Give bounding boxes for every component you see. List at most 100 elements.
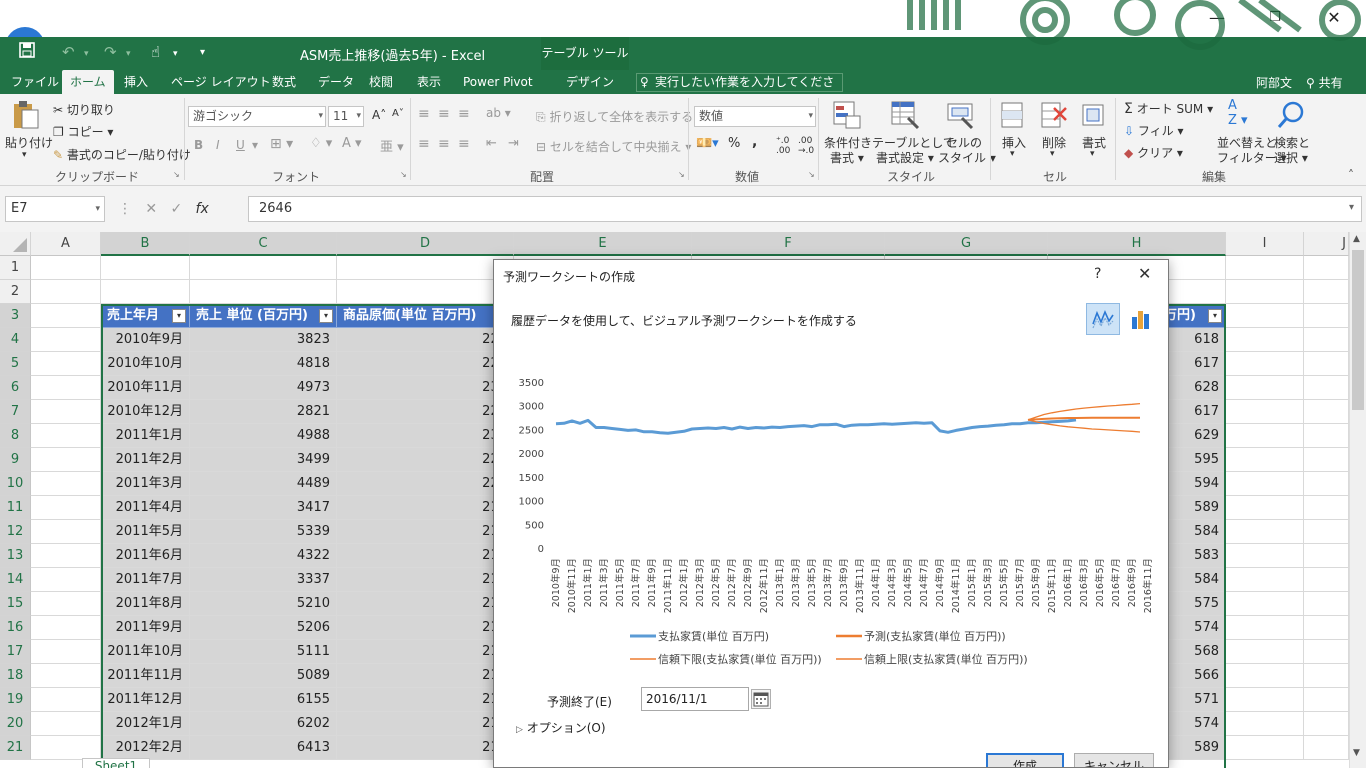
tab-insert[interactable]: 挿入 [124, 73, 148, 94]
format-painter-button[interactable]: ✎ 書式のコピー/貼り付け [53, 146, 191, 163]
cell-styles-icon[interactable] [946, 100, 976, 130]
cell[interactable] [31, 736, 101, 760]
align-center-icon[interactable]: ≡ [438, 136, 450, 152]
table-cell[interactable]: 2011年9月 [101, 616, 190, 640]
fill-button[interactable]: ⇩ フィル ▾ [1124, 122, 1184, 139]
scroll-thumb[interactable] [1352, 250, 1364, 410]
filter-dropdown-icon[interactable]: ▾ [1208, 309, 1222, 323]
font-launcher-icon[interactable]: ↘ [400, 170, 407, 179]
align-top-icon[interactable]: ≡ [418, 106, 430, 122]
options-expander[interactable]: ▷ オプション(O) [516, 719, 606, 736]
table-cell[interactable]: 3823 [190, 328, 337, 352]
cell[interactable] [337, 256, 514, 280]
cell[interactable] [1304, 304, 1349, 328]
table-cell[interactable]: 216 [337, 520, 514, 544]
decrease-decimal-icon[interactable]: .00 →.0 [798, 136, 814, 156]
table-cell[interactable]: 213 [337, 616, 514, 640]
table-cell[interactable]: 2011年2月 [101, 448, 190, 472]
paste-button[interactable]: 貼り付け [5, 134, 53, 151]
align-right-icon[interactable]: ≡ [458, 136, 470, 152]
grow-font-icon[interactable]: A˄ [372, 108, 386, 122]
column-header[interactable]: J [1304, 232, 1349, 256]
tab-home[interactable]: ホーム [62, 70, 114, 94]
save-icon[interactable] [19, 42, 35, 62]
table-cell[interactable]: 212 [337, 688, 514, 712]
currency-icon[interactable]: 💴▾ [696, 136, 719, 151]
table-cell[interactable]: 229 [337, 400, 514, 424]
cell[interactable] [1226, 400, 1304, 424]
border-icon[interactable]: ⊞ ▾ [270, 136, 293, 152]
cell[interactable] [1226, 424, 1304, 448]
shrink-font-icon[interactable]: A˅ [392, 108, 404, 119]
forecast-end-input[interactable]: 2016/11/1 [641, 687, 749, 711]
row-header[interactable]: 13 [0, 544, 31, 568]
cancel-button[interactable]: キャンセル [1074, 753, 1154, 767]
table-cell[interactable]: 218 [337, 496, 514, 520]
cell[interactable] [1226, 328, 1304, 352]
cell[interactable] [31, 424, 101, 448]
table-cell[interactable]: 220 [337, 472, 514, 496]
table-cell[interactable]: 2821 [190, 400, 337, 424]
row-header[interactable]: 4 [0, 328, 31, 352]
underline-button[interactable]: U [236, 138, 245, 152]
cell[interactable] [31, 256, 101, 280]
column-header[interactable]: E [514, 232, 692, 256]
table-cell[interactable]: 2011年1月 [101, 424, 190, 448]
table-cell[interactable]: 213 [337, 712, 514, 736]
table-cell[interactable]: 5089 [190, 664, 337, 688]
format-as-table-icon[interactable] [890, 100, 920, 130]
filter-dropdown-icon[interactable]: ▾ [172, 309, 186, 323]
create-button[interactable]: 作成 [986, 753, 1064, 767]
share-button[interactable]: ⚲ 共有 [1306, 74, 1343, 91]
wrap-text-button[interactable]: ⎘ 折り返して全体を表示する [536, 108, 693, 125]
line-chart-toggle[interactable] [1086, 303, 1120, 335]
sheet-tab[interactable]: Sheet1 [82, 758, 150, 768]
row-header[interactable]: 5 [0, 352, 31, 376]
clipboard-launcher-icon[interactable]: ↘ [173, 170, 180, 179]
cell[interactable] [1304, 448, 1349, 472]
touch-mode-icon[interactable]: ☝ [151, 43, 160, 61]
cell[interactable] [1226, 520, 1304, 544]
cell[interactable] [190, 280, 337, 304]
align-middle-icon[interactable]: ≡ [438, 106, 450, 122]
cell[interactable] [1226, 256, 1304, 280]
table-cell[interactable]: 5206 [190, 616, 337, 640]
table-cell[interactable]: 3499 [190, 448, 337, 472]
table-cell[interactable]: 5339 [190, 520, 337, 544]
table-cell[interactable]: 2012年2月 [101, 736, 190, 760]
increase-decimal-icon[interactable]: ⁺.0.00 [776, 136, 790, 156]
scroll-up-icon[interactable]: ▲ [1353, 234, 1360, 244]
bold-button[interactable]: B [194, 138, 203, 152]
table-cell[interactable]: 3417 [190, 496, 337, 520]
table-cell[interactable]: 2010年10月 [101, 352, 190, 376]
italic-button[interactable]: I [216, 138, 220, 152]
row-header[interactable]: 1 [0, 256, 31, 280]
column-header[interactable]: F [692, 232, 885, 256]
cell[interactable] [1226, 544, 1304, 568]
autosum-button[interactable]: Σ オート SUM ▾ [1124, 100, 1213, 117]
merge-center-button[interactable]: ⊟ セルを結合して中央揃え ▾ [536, 138, 691, 155]
cell[interactable] [1226, 280, 1304, 304]
number-format-combo[interactable]: 数値 ▾ [694, 106, 816, 127]
cell[interactable] [1226, 640, 1304, 664]
cell[interactable] [1304, 616, 1349, 640]
column-header[interactable]: H [1048, 232, 1226, 256]
cell[interactable] [1226, 616, 1304, 640]
cell[interactable] [1226, 376, 1304, 400]
table-cell[interactable]: 2010年12月 [101, 400, 190, 424]
font-size-combo[interactable]: 11 ▾ [328, 106, 364, 127]
table-cell[interactable]: 218 [337, 736, 514, 760]
paste-dropdown-icon[interactable]: ▾ [22, 150, 27, 160]
font-name-combo[interactable]: 游ゴシック ▾ [188, 106, 326, 127]
cell[interactable] [1304, 256, 1349, 280]
cell[interactable] [31, 592, 101, 616]
align-left-icon[interactable]: ≡ [418, 136, 430, 152]
table-cell[interactable]: 2011年5月 [101, 520, 190, 544]
cell[interactable] [1304, 640, 1349, 664]
cell[interactable] [1304, 544, 1349, 568]
table-cell[interactable]: 4988 [190, 424, 337, 448]
cell[interactable] [31, 376, 101, 400]
chevron-down-icon[interactable]: ▾ [1090, 149, 1095, 159]
undo-icon[interactable]: ↶ [62, 43, 75, 61]
fill-color-icon[interactable]: ♢ ▾ [310, 136, 332, 151]
